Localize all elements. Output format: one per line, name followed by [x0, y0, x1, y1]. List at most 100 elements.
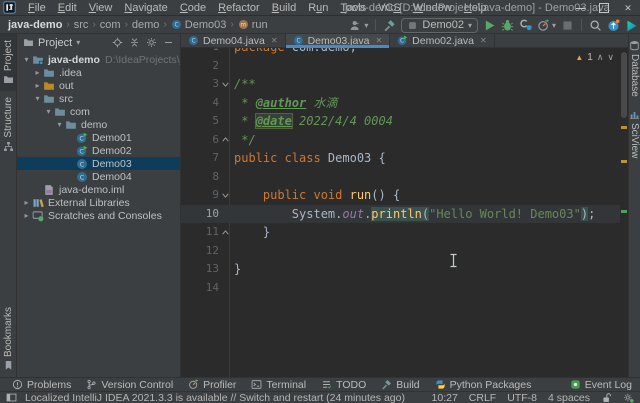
tree-item-demo03[interactable]: C Demo03	[17, 157, 180, 170]
trainer-icon[interactable]	[625, 19, 638, 32]
status-message[interactable]: Localized IntelliJ IDEA 2021.3.3 is avai…	[25, 392, 405, 403]
menu-item-build[interactable]: Build	[266, 2, 302, 14]
editor-scrollbar[interactable]	[620, 48, 628, 377]
fold-down-icon[interactable]	[219, 75, 231, 94]
editor-tab-demo03-java[interactable]: CDemo03.java✕	[286, 34, 391, 47]
folder-package-icon	[54, 106, 66, 118]
close-icon[interactable]: ✕	[375, 36, 382, 45]
close-icon[interactable]: ✕	[480, 36, 487, 45]
editor-body[interactable]: ▲ 1 ∧ ∨ 1package com.demo;23/**4 * @auth…	[181, 48, 628, 377]
svg-text:C: C	[80, 160, 85, 168]
chevron-down-icon[interactable]: ▾	[43, 107, 54, 116]
coverage-icon[interactable]	[519, 19, 532, 32]
chevron-down-icon[interactable]: ▾	[21, 55, 32, 64]
breadcrumb-item-demo03[interactable]: CDemo03	[171, 19, 227, 31]
tool-window-button-version-control[interactable]: Version Control	[86, 379, 173, 391]
tool-stripe-sciview[interactable]: SciView	[629, 103, 640, 164]
caret-position[interactable]: 10:27	[432, 392, 458, 403]
caret-stripe-mark[interactable]	[621, 210, 627, 213]
tree-item-external-libraries[interactable]: ▸External Libraries	[17, 196, 180, 209]
tool-window-button-terminal[interactable]: Terminal	[251, 379, 306, 391]
menu-item-refactor[interactable]: Refactor	[212, 2, 266, 14]
project-panel-title[interactable]: Project	[38, 37, 72, 49]
file-encoding-indicator[interactable]: UTF-8	[507, 392, 537, 403]
breadcrumb-item-src[interactable]: src	[74, 19, 89, 31]
tree-item-demo04[interactable]: CDemo04	[17, 170, 180, 183]
tool-window-button-todo[interactable]: TODO	[321, 379, 366, 391]
stop-icon[interactable]	[561, 19, 574, 32]
lock-open-icon[interactable]	[601, 392, 612, 403]
locate-icon[interactable]	[112, 37, 123, 48]
editor-tab-demo04-java[interactable]: CDemo04.java✕	[181, 34, 286, 47]
indent-indicator[interactable]: 4 spaces	[548, 392, 590, 403]
search-icon[interactable]	[589, 19, 602, 32]
tree-item-java-demo-iml[interactable]: java-demo.iml	[17, 183, 180, 196]
menu-item-run[interactable]: Run	[302, 2, 334, 14]
hide-minus-icon[interactable]	[163, 37, 174, 48]
tree-item-src[interactable]: ▾src	[17, 92, 180, 105]
tool-window-button-build[interactable]: Build	[381, 379, 419, 391]
tool-window-button-event-log[interactable]: Event Log	[570, 379, 632, 391]
chevron-down-icon[interactable]: ▾	[32, 94, 43, 103]
menu-item-code[interactable]: Code	[174, 2, 212, 14]
warning-stripe-mark[interactable]	[621, 160, 627, 163]
tree-item-demo02[interactable]: CDemo02	[17, 144, 180, 157]
fold-up-icon[interactable]	[219, 131, 231, 150]
chevron-down-icon[interactable]: ▾	[54, 120, 65, 129]
tree-item-out[interactable]: ▸out	[17, 79, 180, 92]
breadcrumb-item-demo[interactable]: demo	[132, 19, 160, 31]
left-stripe-bottom: Bookmarks	[0, 301, 16, 377]
fold-up-icon[interactable]	[219, 223, 231, 242]
next-warning-icon[interactable]: ∨	[607, 52, 614, 63]
breadcrumb-item-run[interactable]: mrun	[238, 19, 268, 31]
gear-notify-icon[interactable]	[623, 392, 634, 403]
svg-text:C: C	[400, 39, 404, 45]
warning-stripe-mark[interactable]	[621, 126, 627, 129]
menu-item-file[interactable]: File	[22, 2, 52, 14]
editor-tab-demo02-java[interactable]: CDemo02.java✕	[390, 34, 495, 47]
close-icon[interactable]: ✕	[271, 36, 278, 45]
tree-item-scratches-and-consoles[interactable]: ▸Scratches and Consoles	[17, 209, 180, 222]
minimize-button[interactable]	[568, 0, 592, 16]
inspection-widget[interactable]: ▲ 1 ∧ ∨	[575, 52, 614, 63]
tool-window-button-profiler[interactable]: Profiler	[188, 379, 236, 391]
maximize-button[interactable]	[592, 0, 616, 16]
tool-window-button-problems[interactable]: Problems	[12, 379, 71, 391]
debug-bug-icon[interactable]	[501, 19, 514, 32]
run-configuration-select[interactable]: Demo02▾	[401, 18, 478, 33]
update-icon[interactable]	[607, 19, 620, 32]
menu-item-navigate[interactable]: Navigate	[118, 2, 173, 14]
chevron-right-icon[interactable]: ▸	[21, 198, 32, 207]
prev-warning-icon[interactable]: ∧	[597, 52, 604, 63]
tool-stripe-bookmarks[interactable]: Bookmarks	[0, 301, 16, 377]
fold-down-icon[interactable]	[219, 186, 231, 205]
scrollbar-thumb[interactable]	[621, 52, 627, 118]
tool-stripe-project[interactable]: Project	[0, 34, 16, 91]
tool-stripe-structure[interactable]: Structure	[0, 91, 16, 158]
tool-window-button-python-packages[interactable]: Python Packages	[435, 379, 532, 391]
close-button[interactable]: ✕	[616, 0, 640, 16]
hammer-icon[interactable]	[383, 19, 396, 32]
user-icon[interactable]	[349, 19, 362, 32]
line-separator-indicator[interactable]: CRLF	[469, 392, 496, 403]
run-play-icon[interactable]	[483, 19, 496, 32]
settings-gear-icon[interactable]	[146, 37, 157, 48]
window-toggle-icon[interactable]	[6, 392, 17, 403]
breadcrumb-item-java-demo[interactable]: java-demo	[8, 19, 62, 31]
tool-stripe-database[interactable]: Database	[629, 34, 640, 103]
chevron-right-icon[interactable]: ▸	[32, 68, 43, 77]
collapse-all-icon[interactable]	[129, 37, 140, 48]
tree-item-demo01[interactable]: CDemo01	[17, 131, 180, 144]
tree-item-com[interactable]: ▾com	[17, 105, 180, 118]
profiler-run-icon[interactable]	[537, 19, 550, 32]
chevron-right-icon[interactable]: ▸	[32, 81, 43, 90]
tree-item-label: Demo03	[92, 158, 132, 170]
tree-item-demo[interactable]: ▾demo	[17, 118, 180, 131]
tree-item--idea[interactable]: ▸.idea	[17, 66, 180, 79]
chevron-right-icon[interactable]: ▸	[21, 211, 32, 220]
menu-item-view[interactable]: View	[83, 2, 119, 14]
tool-window-button-label: Python Packages	[450, 379, 532, 391]
tree-item-java-demo[interactable]: ▾java-demoD:\IdeaProjects\java-demo	[17, 53, 180, 66]
menu-item-edit[interactable]: Edit	[52, 2, 83, 14]
breadcrumb-item-com[interactable]: com	[100, 19, 121, 31]
